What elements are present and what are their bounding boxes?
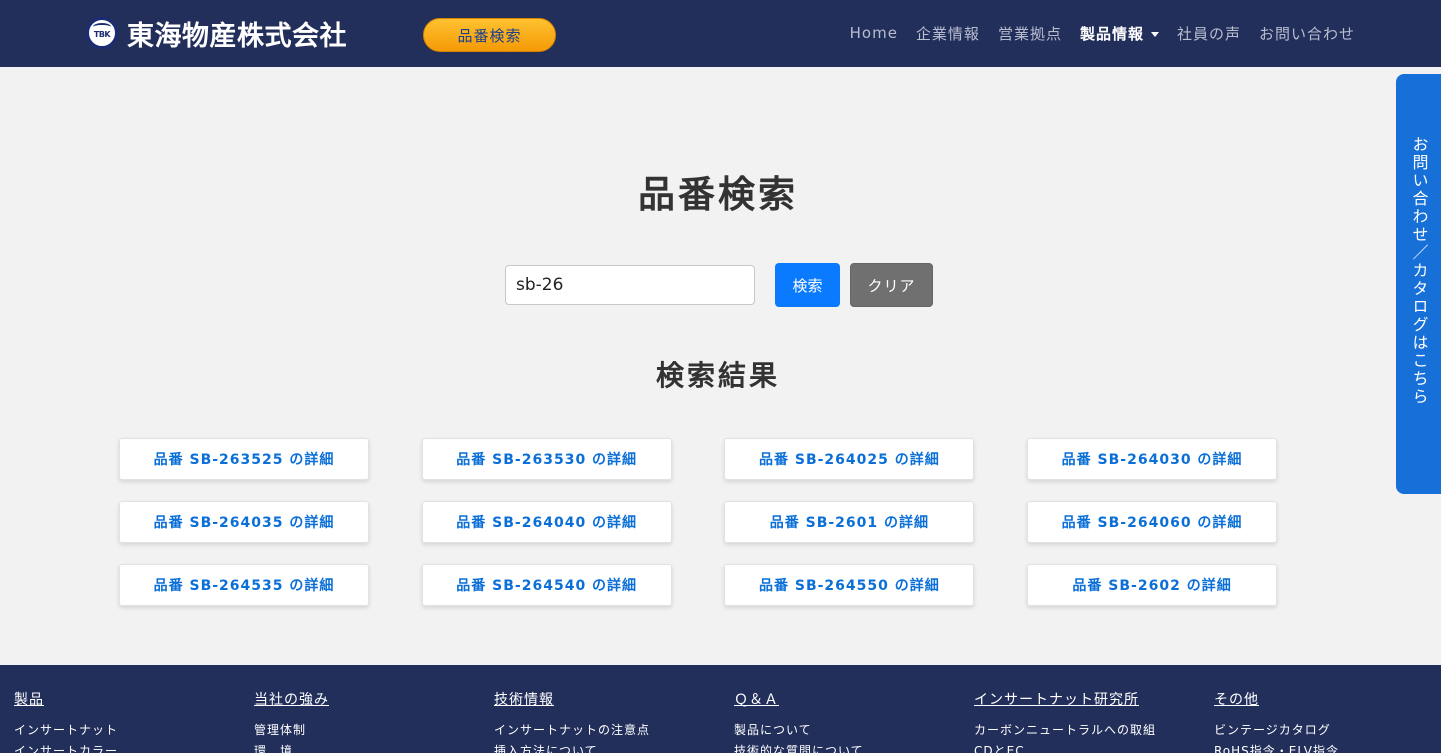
result-detail-button[interactable]: 品番 SB-263525 の詳細	[119, 438, 369, 480]
part-number-search-input[interactable]	[505, 265, 755, 305]
result-detail-button[interactable]: 品番 SB-264535 の詳細	[119, 564, 369, 606]
clear-button[interactable]: クリア	[850, 263, 933, 307]
footer-link[interactable]: 管理体制	[254, 720, 484, 741]
search-button[interactable]: 検索	[775, 263, 840, 307]
footer-heading[interactable]: 製品	[14, 689, 244, 709]
footer-heading[interactable]: 技術情報	[494, 689, 724, 709]
footer-link[interactable]: 製品について	[734, 720, 964, 741]
footer-column-qa: Ｑ＆Ａ 製品について 技術的な質問について	[734, 689, 964, 753]
nav-contact[interactable]: お問い合わせ	[1259, 23, 1355, 44]
footer-heading[interactable]: インサートナット研究所	[974, 689, 1204, 709]
nav-product-info-dropdown[interactable]: 製品情報	[1080, 23, 1159, 44]
results-grid: 品番 SB-263525 の詳細 品番 SB-263530 の詳細 品番 SB-…	[119, 438, 1278, 606]
result-detail-button[interactable]: 品番 SB-2602 の詳細	[1027, 564, 1278, 606]
result-detail-button[interactable]: 品番 SB-264550 の詳細	[724, 564, 975, 606]
footer-link[interactable]: RoHS指令・ELV指令	[1214, 741, 1441, 753]
results-heading: 検索結果	[655, 359, 780, 392]
footer-column-lab: インサートナット研究所 カーボンニュートラルへの取組 CDとEC	[974, 689, 1204, 753]
result-detail-button[interactable]: 品番 SB-264025 の詳細	[724, 438, 975, 480]
footer-link[interactable]: インサートカラー	[14, 741, 244, 753]
nav-sales-offices[interactable]: 営業拠点	[998, 23, 1062, 44]
footer-link[interactable]: カーボンニュートラルへの取組	[974, 720, 1204, 741]
nav-employee-voices[interactable]: 社員の声	[1177, 23, 1241, 44]
company-logo: TBK	[86, 17, 118, 49]
footer-column-technical: 技術情報 インサートナットの注意点 挿入方法について	[494, 689, 724, 753]
footer-column-other: その他 ビンテージカタログ RoHS指令・ELV指令	[1214, 689, 1441, 753]
nav-product-info-label: 製品情報	[1079, 24, 1144, 43]
footer-column-products: 製品 インサートナット インサートカラー	[14, 689, 244, 753]
footer-link[interactable]: CDとEC	[974, 741, 1204, 753]
result-detail-button[interactable]: 品番 SB-264060 の詳細	[1027, 501, 1278, 543]
logo-text: TBK	[93, 30, 111, 39]
main-nav: Home 企業情報 営業拠点 製品情報 社員の声 お問い合わせ	[832, 22, 1355, 44]
footer-link[interactable]: 技術的な質問について	[734, 741, 964, 753]
nav-home[interactable]: Home	[850, 24, 898, 42]
brand-link[interactable]: TBK 東海物産株式会社	[86, 17, 347, 52]
footer-link[interactable]: インサートナットの注意点	[494, 720, 724, 741]
footer-link[interactable]: 環 境	[254, 741, 484, 753]
contact-catalog-side-tab[interactable]: お問い合わせ／カタログはこちら	[1396, 74, 1441, 494]
caret-down-icon	[1150, 31, 1159, 37]
result-detail-button[interactable]: 品番 SB-264035 の詳細	[119, 501, 369, 543]
footer-heading[interactable]: Ｑ＆Ａ	[734, 689, 964, 709]
footer-link[interactable]: インサートナット	[14, 720, 244, 741]
site-footer: 製品 インサートナット インサートカラー 当社の強み 管理体制 環 境 技術情報…	[0, 665, 1441, 753]
footer-link[interactable]: ビンテージカタログ	[1214, 720, 1441, 741]
footer-column-strengths: 当社の強み 管理体制 環 境	[254, 689, 484, 753]
part-search-pill-button[interactable]: 品番検索	[423, 18, 556, 52]
footer-link[interactable]: 挿入方法について	[494, 741, 724, 753]
result-detail-button[interactable]: 品番 SB-264030 の詳細	[1027, 438, 1278, 480]
page-title: 品番検索	[638, 173, 798, 216]
result-detail-button[interactable]: 品番 SB-263530 の詳細	[421, 438, 672, 480]
footer-heading[interactable]: 当社の強み	[254, 689, 484, 709]
footer-heading[interactable]: その他	[1214, 689, 1441, 709]
result-detail-button[interactable]: 品番 SB-264540 の詳細	[421, 564, 672, 606]
result-detail-button[interactable]: 品番 SB-264040 の詳細	[421, 501, 672, 543]
brand-name: 東海物産株式会社	[127, 20, 347, 52]
result-detail-button[interactable]: 品番 SB-2601 の詳細	[724, 501, 975, 543]
top-navbar: TBK 東海物産株式会社 品番検索 Home 企業情報 営業拠点 製品情報 社員…	[0, 0, 1441, 67]
nav-company-info[interactable]: 企業情報	[916, 23, 980, 44]
